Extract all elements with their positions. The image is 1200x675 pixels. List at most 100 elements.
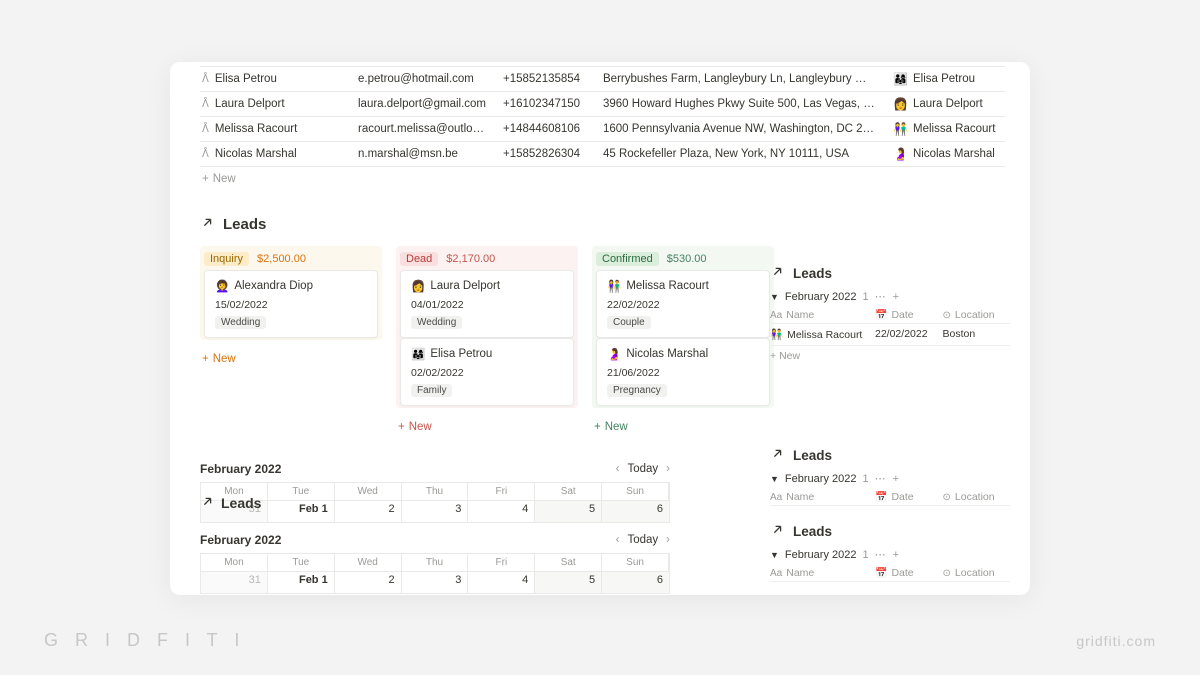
calendar-dow: Tue [268, 483, 335, 500]
card-emoji: 🤰 [607, 347, 621, 361]
contacts-new-row[interactable]: +New [200, 167, 1005, 192]
calendar-cell[interactable]: Feb 1 [268, 571, 335, 593]
card-name: Elisa Petrou [430, 348, 492, 360]
location-icon: ⊙ [943, 310, 951, 321]
card-emoji: 👩 [411, 279, 425, 293]
contact-name: Melissa Racourt [215, 123, 297, 135]
column-amount: $530.00 [667, 253, 707, 265]
kanban-card[interactable]: 👩Laura Delport 04/01/2022 Wedding [400, 270, 574, 338]
group-label[interactable]: February 2022 [785, 549, 857, 561]
contact-phone: +14844608106 [495, 117, 595, 142]
contact-address: 3960 Howard Hughes Pkwy Suite 500, Las V… [595, 92, 885, 117]
triangle-down-icon[interactable]: ▼ [770, 550, 779, 560]
new-label: New [605, 421, 628, 433]
contact-ref-emoji: 🤰 [893, 147, 907, 161]
calendar-cell[interactable]: Feb 1 [268, 500, 335, 522]
group-label[interactable]: February 2022 [785, 473, 857, 485]
col-date: Date [891, 567, 913, 579]
column-amount: $2,170.00 [446, 253, 495, 265]
group-label[interactable]: February 2022 [785, 291, 857, 303]
triangle-down-icon[interactable]: ▼ [770, 474, 779, 484]
contact-ref-name: Laura Delport [913, 98, 983, 110]
col-date: Date [891, 309, 913, 321]
card-date: 02/02/2022 [411, 367, 563, 379]
more-icon[interactable]: ⋯ [875, 290, 887, 303]
contact-row[interactable]: ᐰNicolas Marshaln.marshal@msn.be+1585282… [200, 142, 1005, 167]
today-button[interactable]: Today [627, 534, 658, 546]
calendar-cell[interactable]: 6 [602, 571, 669, 593]
calendar-cell[interactable]: 3 [402, 500, 469, 522]
contact-ref-name: Elisa Petrou [913, 73, 975, 85]
kanban-new[interactable]: + New [592, 418, 774, 436]
calendar-dow: Sun [602, 483, 669, 500]
kanban-new[interactable]: +New [396, 418, 578, 436]
side-new-row[interactable]: + New [770, 346, 1010, 366]
card-emoji: 👨‍👩‍👧 [411, 347, 425, 361]
contact-address: Berrybushes Farm, Langleybury Ln, Langle… [595, 67, 885, 92]
kanban-column-inquiry: Inquiry$2,500.00 👩‍🦱Alexandra Diop 15/02… [200, 246, 382, 368]
location-icon: ⊙ [943, 492, 951, 503]
row-name: Melissa Racourt [787, 329, 862, 341]
card-name: Melissa Racourt [626, 280, 708, 292]
kanban-column-confirmed: Confirmed $530.00 👫Melissa Racourt 22/02/… [592, 246, 774, 436]
calendar-dow: Wed [335, 483, 402, 500]
person-emoji: 👫 [770, 328, 783, 341]
contact-ref-emoji: 👩 [893, 97, 907, 111]
side-leads-panel-3: Leads ▼ February 2022 1 ⋯ + AaName 📅Date… [770, 512, 1010, 582]
col-name: Name [786, 309, 814, 321]
col-location: Location [955, 567, 995, 579]
chevron-right-icon[interactable]: › [666, 463, 670, 475]
calendar-cell[interactable]: 5 [535, 571, 602, 593]
calendar-cell[interactable]: 2 [335, 571, 402, 593]
today-button[interactable]: Today [627, 463, 658, 475]
leads-title: Leads [223, 216, 266, 233]
kanban-card[interactable]: 👨‍👩‍👧Elisa Petrou 02/02/2022 Family [400, 338, 574, 406]
contact-row[interactable]: ᐰLaura Delportlaura.delport@gmail.com+16… [200, 92, 1005, 117]
column-badge: Confirmed [596, 252, 659, 266]
calendar-cell[interactable]: 3 [402, 571, 469, 593]
card-name: Alexandra Diop [234, 280, 313, 292]
card-date: 15/02/2022 [215, 299, 367, 311]
kanban-card[interactable]: 👫Melissa Racourt 22/02/2022 Couple [596, 270, 770, 338]
calendar-icon: 📅 [875, 492, 887, 503]
triangle-down-icon[interactable]: ▼ [770, 292, 779, 302]
col-location: Location [955, 309, 995, 321]
calendar-cell[interactable]: 2 [335, 500, 402, 522]
calendar-cell[interactable]: 31 [201, 571, 268, 593]
calendar-cell[interactable]: 4 [468, 571, 535, 593]
kanban-card[interactable]: 🤰Nicolas Marshal 21/06/2022 Pregnancy [596, 338, 770, 406]
calendar-icon: 📅 [875, 310, 887, 321]
card-tag: Pregnancy [607, 384, 667, 397]
person-icon: ᐰ [202, 74, 209, 85]
contact-row[interactable]: ᐰMelissa Racourtracourt.melissa@outlook.… [200, 117, 1005, 142]
calendar-dow: Sat [535, 483, 602, 500]
text-icon: Aa [770, 310, 782, 321]
plus-icon[interactable]: + [893, 549, 899, 561]
calendar-cell[interactable]: 5 [535, 500, 602, 522]
card-date: 21/06/2022 [607, 367, 759, 379]
calendar-month: February 2022 [200, 462, 281, 476]
card-tag: Wedding [411, 316, 462, 329]
contact-row[interactable]: ᐰElisa Petroue.petrou@hotmail.com+158521… [200, 67, 1005, 92]
leads-heading-overlay: Leads [200, 494, 261, 512]
calendar-cell[interactable]: 6 [602, 500, 669, 522]
chevron-right-icon[interactable]: › [666, 534, 670, 546]
more-icon[interactable]: ⋯ [875, 472, 887, 485]
location-icon: ⊙ [943, 568, 951, 579]
col-location: Location [955, 491, 995, 503]
plus-icon[interactable]: + [893, 291, 899, 303]
plus-icon[interactable]: + [893, 473, 899, 485]
kanban-card[interactable]: 👩‍🦱Alexandra Diop 15/02/2022 Wedding [204, 270, 378, 338]
more-icon[interactable]: ⋯ [875, 548, 887, 561]
chevron-left-icon[interactable]: ‹ [616, 534, 620, 546]
contact-email: racourt.melissa@outlook.com [350, 117, 495, 142]
plus-icon: + [594, 421, 601, 433]
contact-ref-emoji: 👫 [893, 122, 907, 136]
calendar-cell[interactable]: 4 [468, 500, 535, 522]
chevron-left-icon[interactable]: ‹ [616, 463, 620, 475]
contact-ref-name: Melissa Racourt [913, 123, 995, 135]
col-name: Name [786, 491, 814, 503]
kanban-new[interactable]: +New [200, 350, 382, 368]
side-leads-row[interactable]: 👫Melissa Racourt 22/02/2022 Boston [770, 324, 1010, 346]
calendar-dow: Fri [468, 554, 535, 571]
